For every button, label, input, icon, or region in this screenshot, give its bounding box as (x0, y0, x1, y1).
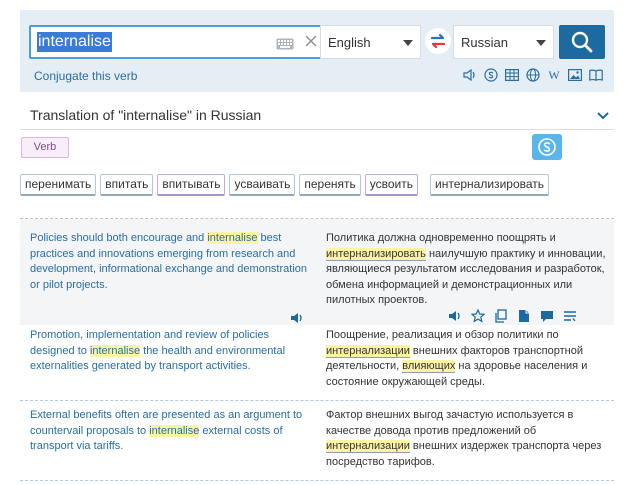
example-source[interactable]: Policies should both encourage and inter… (30, 231, 312, 293)
example-target[interactable]: Поощрение, реализация и обзор политики п… (326, 328, 612, 390)
divider (20, 480, 614, 481)
translation-header[interactable]: Translation of "internalise" in Russian (20, 100, 614, 130)
translation-chip[interactable]: усваивать (229, 174, 296, 196)
target-language-label: Russian (461, 35, 508, 50)
image-icon[interactable] (567, 67, 583, 83)
translation-chip[interactable]: впитывать (157, 174, 226, 196)
example-actions (448, 309, 577, 323)
translation-chip[interactable]: перенимать (20, 174, 97, 196)
example-source[interactable]: External benefits often are presented as… (30, 408, 312, 455)
swap-languages-button[interactable] (425, 28, 451, 54)
globe-icon[interactable] (525, 67, 541, 83)
target-language-select[interactable]: Russian (453, 25, 554, 59)
skype-button[interactable] (532, 134, 562, 160)
wikipedia-icon[interactable]: W (546, 67, 562, 83)
speaker-icon[interactable] (462, 67, 478, 83)
search-input-box[interactable]: internalise (29, 25, 337, 59)
example-row: Promotion, implementation and review of … (20, 326, 614, 400)
search-input[interactable]: internalise (37, 32, 112, 52)
translation-chips: перенимать впитать впитывать усваивать п… (20, 174, 550, 196)
text-lines-icon[interactable] (563, 309, 577, 323)
tool-icons: W (462, 67, 604, 83)
copy-icon[interactable] (494, 309, 508, 323)
example-source[interactable]: Promotion, implementation and review of … (30, 328, 312, 375)
search-panel: internalise English Russian Conjugate th… (20, 10, 614, 92)
swap-icon (430, 33, 446, 49)
translation-chip[interactable]: перенять (299, 174, 361, 196)
clear-icon[interactable] (303, 33, 319, 51)
document-icon[interactable] (517, 309, 531, 323)
conjugate-verb-link[interactable]: Conjugate this verb (34, 69, 137, 83)
translation-chip[interactable]: усвоить (364, 174, 419, 196)
source-language-select[interactable]: English (320, 25, 421, 59)
chevron-down-icon[interactable] (596, 108, 610, 126)
comment-icon[interactable] (540, 309, 554, 323)
search-button[interactable] (559, 25, 605, 59)
book-icon[interactable] (588, 67, 604, 83)
search-icon (571, 31, 593, 53)
example-row: External benefits often are presented as… (20, 401, 614, 479)
part-of-speech-tag: Verb (21, 137, 69, 158)
chevron-down-icon (403, 40, 413, 46)
translation-chip[interactable]: впитать (100, 174, 154, 196)
translation-chip[interactable]: интернализировать (430, 174, 550, 196)
keyboard-icon[interactable] (276, 37, 294, 50)
skype-icon (538, 138, 556, 156)
table-icon[interactable] (504, 67, 520, 83)
chevron-down-icon (536, 40, 546, 46)
translation-title: Translation of "internalise" in Russian (30, 107, 262, 123)
example-target[interactable]: Фактор внешних выгод зачастую использует… (326, 408, 612, 470)
source-language-label: English (328, 35, 371, 50)
star-icon[interactable] (471, 309, 485, 323)
speaker-icon[interactable] (448, 309, 462, 323)
skype-icon[interactable] (483, 67, 499, 83)
example-target[interactable]: Политика должна одновременно поощрять и … (326, 231, 612, 309)
